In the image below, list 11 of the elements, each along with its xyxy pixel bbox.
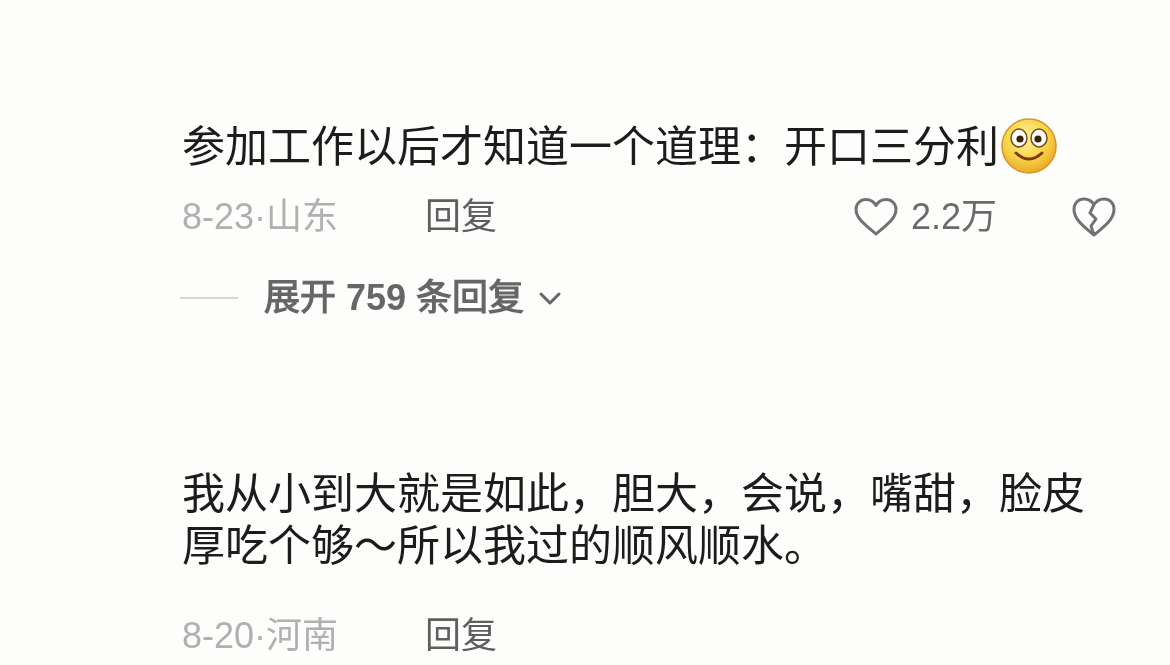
comment-text: 参加工作以后才知道一个道理：开口三分利 xyxy=(182,123,999,171)
reply-button[interactable]: 回复 xyxy=(425,614,497,658)
expand-replies-button[interactable]: 展开 759 条回复 xyxy=(264,276,562,320)
like-button[interactable]: 2.2万 xyxy=(852,195,997,239)
chevron-down-icon xyxy=(539,291,562,305)
dislike-button[interactable] xyxy=(1071,196,1117,238)
comment-date-location: 8-23·山东 xyxy=(182,195,340,239)
comment-text: 我从小到大就是如此，胆大，会说，嘴甜，脸皮厚吃个够～所以我过的顺风顺水。 xyxy=(182,470,1085,570)
reply-button[interactable]: 回复 xyxy=(425,195,497,239)
heart-icon xyxy=(852,197,899,237)
comment-date-location: 8-20·河南 xyxy=(182,614,340,658)
